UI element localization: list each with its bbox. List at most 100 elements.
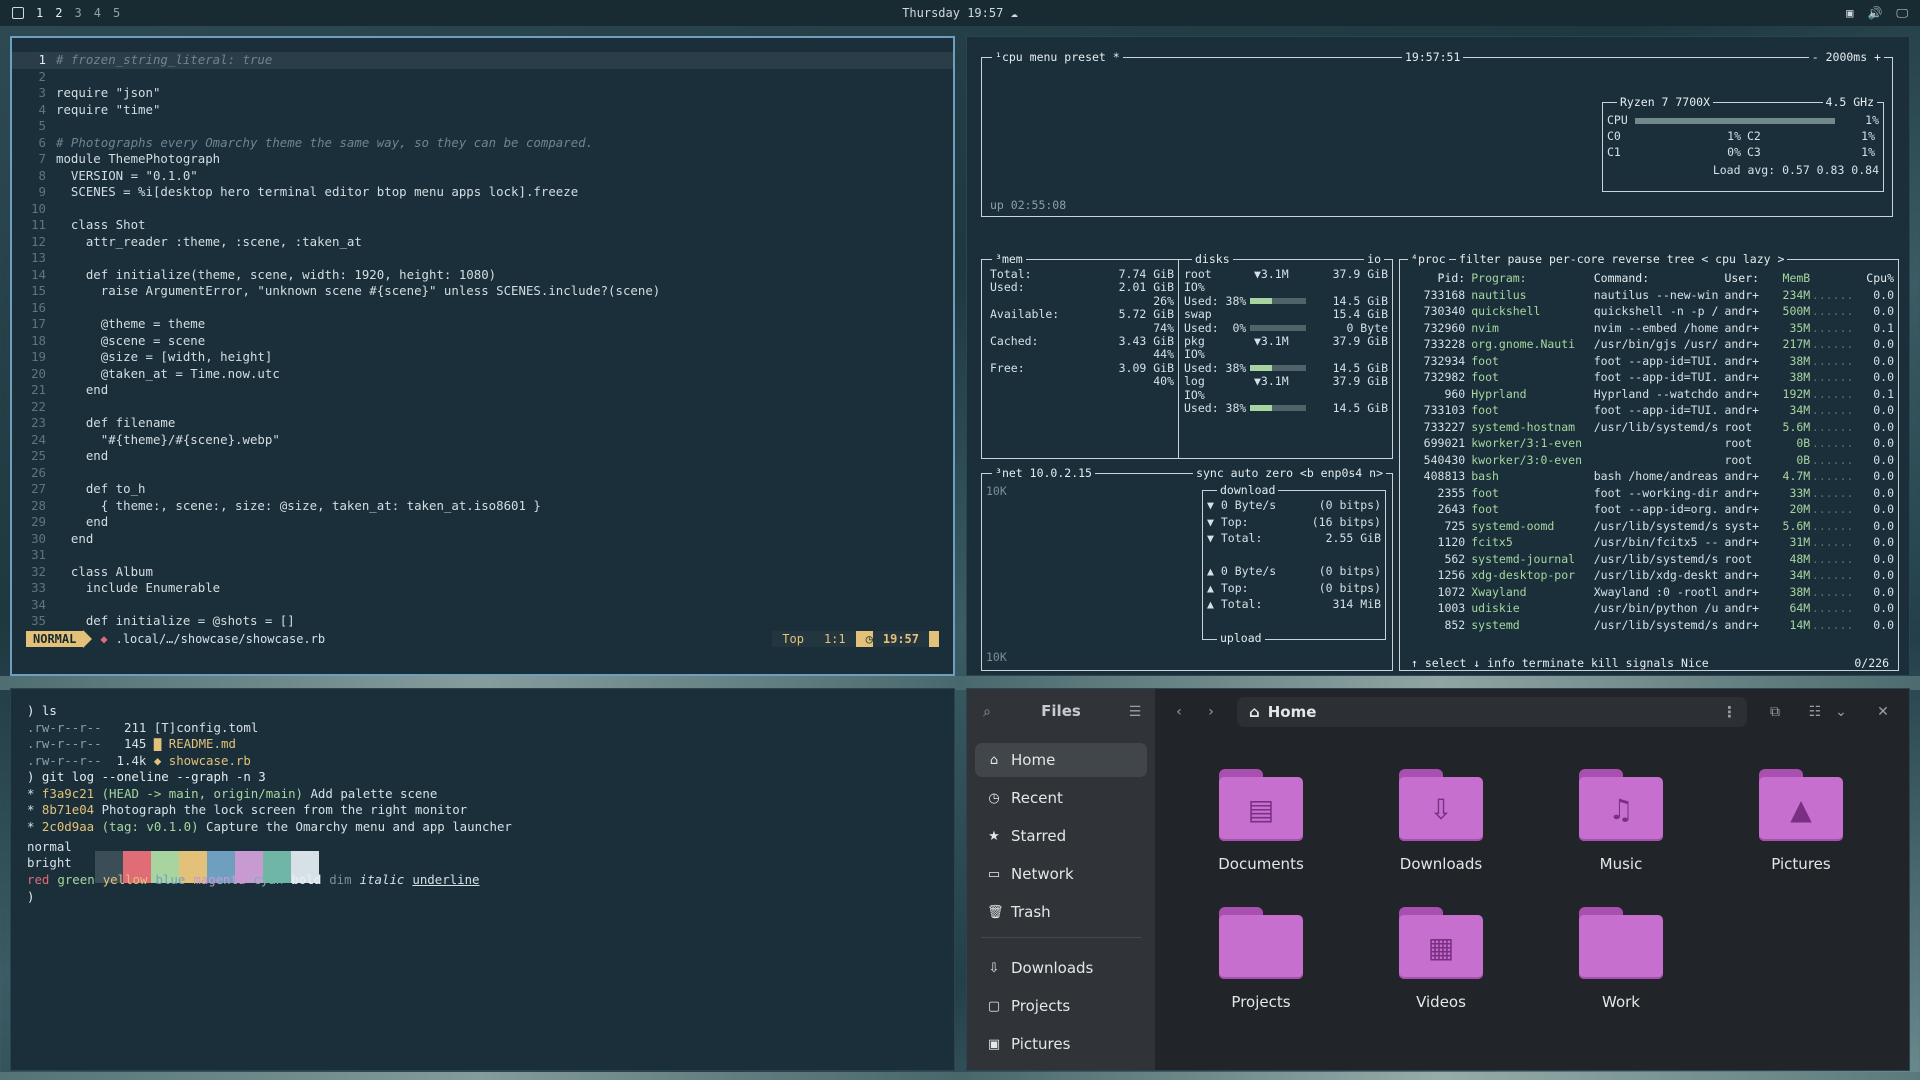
workspace-1[interactable]: 1 — [36, 6, 43, 20]
folder-downloads[interactable]: ⇩ Downloads — [1371, 769, 1511, 873]
mem-box-title[interactable]: ³mem — [992, 252, 1026, 266]
code-line[interactable]: 26 — [12, 465, 953, 482]
code-line[interactable]: 23 def filename — [12, 415, 953, 432]
code-line[interactable]: 5 — [12, 118, 953, 135]
folder-work[interactable]: Work — [1551, 907, 1691, 1011]
proc-header-cell[interactable]: User: — [1724, 270, 1769, 287]
btop-window[interactable]: ¹cpu menu preset * 19:57:51 - 2000ms + u… — [966, 36, 1910, 676]
omarchy-menu-icon[interactable] — [12, 7, 24, 19]
net-controls[interactable]: sync auto zero <b enp0s4 n> — [1193, 466, 1386, 480]
close-icon[interactable]: ✕ — [1869, 697, 1897, 727]
cpu-title[interactable]: cpu — [1002, 50, 1023, 64]
proc-box-title[interactable]: ⁴proc — [1408, 252, 1449, 266]
process-row[interactable]: 732934 foot foot --app-id=TUI. andr+ 38M....… — [1412, 353, 1894, 370]
proc-header-cell[interactable]: MemB — [1769, 270, 1811, 287]
code-line[interactable]: 24 "#{theme}/#{scene}.webp" — [12, 432, 953, 449]
process-row[interactable]: 1256 xdg-desktop-por/usr/lib/xdg-deskt and… — [1412, 567, 1894, 584]
process-row[interactable]: 730340 quickshell quickshell -n -p / andr+ 5… — [1412, 303, 1894, 320]
view-dropdown-icon[interactable]: ⌄ — [1827, 697, 1855, 727]
code-line[interactable]: 16 — [12, 300, 953, 317]
process-row[interactable]: 2355 foot foot --working-dir andr+ 33M......… — [1412, 485, 1894, 502]
process-row[interactable]: 562 systemd-journal/usr/lib/systemd/s root… — [1412, 551, 1894, 568]
code-line[interactable]: 7 module ThemePhotograph — [12, 151, 953, 168]
folder-pictures[interactable]: ▲ Pictures — [1731, 769, 1871, 873]
code-line[interactable]: 21 end — [12, 382, 953, 399]
shell-prompt[interactable]: ) — [27, 889, 34, 906]
code-line[interactable]: 19 @size = [width, height] — [12, 349, 953, 366]
process-table[interactable]: Pid: Program: Command: User: MemB Cpu% 733168… — [1412, 270, 1894, 633]
code-line[interactable]: 11 class Shot — [12, 217, 953, 234]
proc-footer[interactable]: ↑ select ↓ info terminate kill signals N… — [1408, 656, 1712, 670]
code-line[interactable]: 15 raise ArgumentError, "unknown scene #… — [12, 283, 953, 300]
screen-icon[interactable]: ▣ — [1846, 6, 1853, 21]
process-row[interactable]: 1003 udiskie/usr/bin/python /u andr+ 64M...… — [1412, 600, 1894, 617]
process-row[interactable]: 699021 kworker/3:1-even root 0B...... 0.0 — [1412, 435, 1894, 452]
folder-videos[interactable]: ▦ Videos — [1371, 907, 1511, 1011]
camera-icon[interactable]: ⧉ — [1761, 697, 1789, 727]
top-bar-clock[interactable]: Thursday 19:57 ☁ — [0, 6, 1920, 20]
code-line[interactable]: 25 end — [12, 448, 953, 465]
code-line[interactable]: 18 @scene = scene — [12, 333, 953, 350]
code-line[interactable]: 2 — [12, 69, 953, 86]
code-line[interactable]: 35 def initialize = @shots = [] — [12, 613, 953, 630]
code-line[interactable]: 34 — [12, 597, 953, 614]
code-line[interactable]: 12 attr_reader :theme, :scene, :taken_at — [12, 234, 953, 251]
code-line[interactable]: 29 end — [12, 514, 953, 531]
proc-header-cell[interactable]: Program: — [1471, 270, 1594, 287]
code-line[interactable]: 30 end — [12, 531, 953, 548]
forward-icon[interactable]: › — [1197, 697, 1225, 727]
code-line[interactable]: 1 # frozen_string_literal: true — [12, 52, 953, 69]
preset-button[interactable]: preset * — [1064, 50, 1119, 64]
sidebar-item-starred[interactable]: ★ Starred — [975, 819, 1147, 853]
folder-documents[interactable]: ▤ Documents — [1191, 769, 1331, 873]
proc-header-cell[interactable] — [1810, 270, 1855, 287]
code-line[interactable]: 10 — [12, 201, 953, 218]
proc-header-cell[interactable]: Cpu% — [1855, 270, 1894, 287]
process-row[interactable]: 1120 fcitx5/usr/bin/fcitx5 -- andr+ 31M....… — [1412, 534, 1894, 551]
bookmark-projects[interactable]: ▢ Projects — [975, 989, 1147, 1023]
disks-io-toggle[interactable]: io — [1364, 252, 1384, 266]
code-line[interactable]: 13 — [12, 250, 953, 267]
volume-icon[interactable]: 🔊 — [1867, 6, 1882, 21]
update-interval[interactable]: - 2000ms + — [1808, 50, 1884, 64]
process-row[interactable]: 408813 bash bash /home/andreas andr+ 4.7M...… — [1412, 468, 1894, 485]
code-line[interactable]: 14 def initialize(theme, scene, width: 1… — [12, 267, 953, 284]
process-row[interactable]: 960 Hyprland Hyprland --watchdo andr+ 192M..… — [1412, 386, 1894, 403]
process-row[interactable]: 732960 nvim nvim --embed /home andr+ 35M....… — [1412, 320, 1894, 337]
path-menu-icon[interactable]: ⋮ — [1722, 703, 1737, 721]
code-line[interactable]: 20 @taken_at = Time.now.utc — [12, 366, 953, 383]
process-row[interactable]: 733228 org.gnome.Nauti/usr/bin/gjs /usr/a… — [1412, 336, 1894, 353]
list-view-icon[interactable]: ☷ — [1801, 697, 1829, 727]
workspace-2[interactable]: 2 — [55, 6, 62, 20]
monitor-icon[interactable]: 🖵 — [1896, 6, 1908, 21]
code-line[interactable]: 6 # Photographs every Omarchy theme the s… — [12, 135, 953, 152]
folder-music[interactable]: ♫ Music — [1551, 769, 1691, 873]
sidebar-item-network[interactable]: ▭ Network — [975, 857, 1147, 891]
code-line[interactable]: 8 VERSION = "0.1.0" — [12, 168, 953, 185]
back-icon[interactable]: ‹ — [1165, 697, 1193, 727]
code-line[interactable]: 3 require "json" — [12, 85, 953, 102]
net-box-title[interactable]: ³net 10.0.2.15 — [992, 466, 1095, 480]
process-row[interactable]: 2643 foot foot --app-id=org. andr+ 20M......… — [1412, 501, 1894, 518]
workspace-3[interactable]: 3 — [74, 6, 81, 20]
proc-header-cell[interactable]: Command: — [1594, 270, 1725, 287]
code-line[interactable]: 27 def to_h — [12, 481, 953, 498]
proc-header-cell[interactable]: Pid: — [1412, 270, 1471, 287]
code-line[interactable]: 31 — [12, 547, 953, 564]
terminal-window[interactable]: ) ls .rw-r--r-- 211 [T]config.toml .rw-r--… — [10, 688, 955, 1071]
sidebar-item-home[interactable]: ⌂ Home — [975, 743, 1147, 777]
code-line[interactable]: 28 { theme:, scene:, size: @size, taken_… — [12, 498, 953, 515]
code-line[interactable]: 17 @theme = theme — [12, 316, 953, 333]
code-line[interactable]: 4 require "time" — [12, 102, 953, 119]
editor-buffer[interactable]: 1 # frozen_string_literal: true 2 3 require … — [12, 52, 953, 630]
files-window[interactable]: ⌕ Files ☰ ⌂ Home ◷ Recent ★ Starred ▭ Network 🗑 T… — [966, 688, 1910, 1071]
process-row[interactable]: 732982 foot foot --app-id=TUI. andr+ 38M....… — [1412, 369, 1894, 386]
sidebar-item-trash[interactable]: 🗑 Trash — [975, 895, 1147, 929]
proc-controls[interactable]: filter pause per-core reverse tree < cpu… — [1456, 252, 1788, 266]
code-line[interactable]: 9 SCENES = %i[desktop hero terminal edit… — [12, 184, 953, 201]
sidebar-item-recent[interactable]: ◷ Recent — [975, 781, 1147, 815]
process-row[interactable]: 725 systemd-oomd/usr/lib/systemd/s syst+ 5.… — [1412, 518, 1894, 535]
workspace-5[interactable]: 5 — [113, 6, 120, 20]
workspace-4[interactable]: 4 — [94, 6, 101, 20]
process-row[interactable]: 733103 foot foot --app-id=TUI. andr+ 34M....… — [1412, 402, 1894, 419]
